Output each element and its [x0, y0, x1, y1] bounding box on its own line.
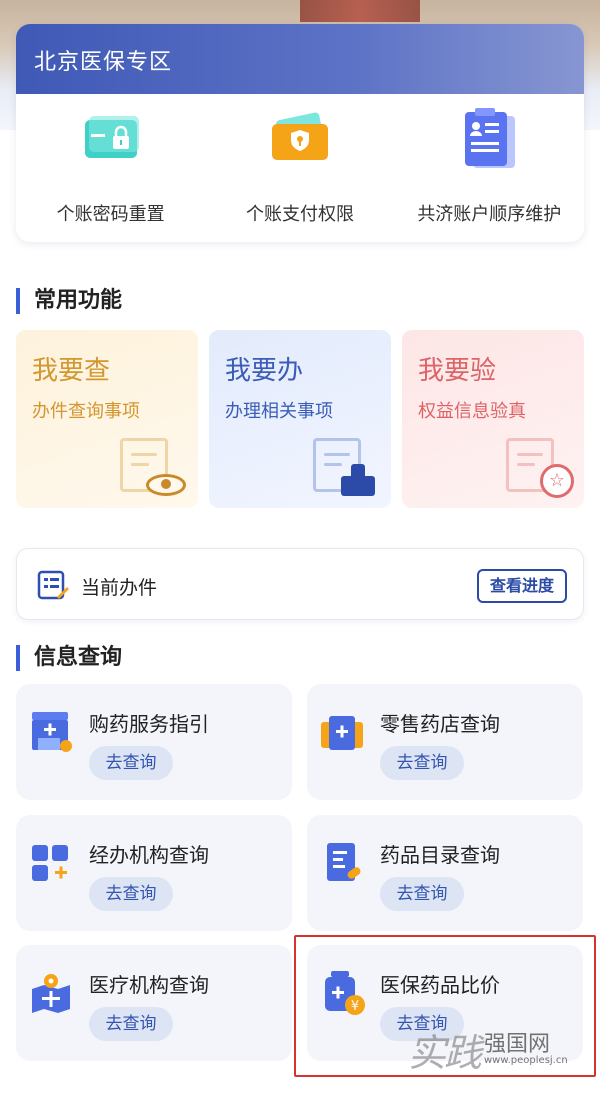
card-title: 我要办: [225, 356, 304, 386]
zone-item-label: 个账密码重置: [56, 204, 165, 225]
go-query-button[interactable]: 去查询: [380, 877, 464, 911]
grid-plus-icon: [28, 839, 74, 887]
zone-item-payment-permission[interactable]: 个账支付权限: [205, 108, 394, 226]
query-title: 零售药店查询: [380, 712, 500, 736]
drug-list-icon: [319, 839, 365, 887]
banner-building-image: [300, 0, 420, 22]
watermark-url: www.peoplesj.cn: [484, 1055, 568, 1066]
go-query-button[interactable]: 去查询: [89, 877, 173, 911]
watermark-site-name: 强国网: [484, 1032, 551, 1057]
go-query-button[interactable]: 去查询: [89, 1007, 173, 1041]
go-query-button[interactable]: 去查询: [380, 746, 464, 780]
star-icon: ☆: [540, 464, 574, 498]
card-pharmacy-guide[interactable]: 购药服务指引 去查询: [16, 684, 292, 800]
card-drug-catalog[interactable]: 药品目录查询 去查询: [307, 815, 583, 931]
zone-item-label: 个账支付权限: [245, 204, 354, 225]
stamp-icon: [341, 464, 375, 496]
clipboard-pen-icon: [37, 569, 69, 601]
payment-shield-icon: [268, 108, 332, 172]
zone-item-mutual-account-order[interactable]: 共济账户顺序维护: [395, 108, 584, 226]
query-title: 医疗机构查询: [89, 973, 209, 997]
watermark: 实践 强国网 www.peoplesj.cn: [408, 1022, 588, 1075]
query-title: 经办机构查询: [89, 843, 209, 867]
pharmacy-store-icon: [28, 708, 74, 756]
card-handle[interactable]: 我要办 办理相关事项: [209, 330, 391, 508]
card-title: 我要验: [418, 356, 497, 386]
beijing-insurance-zone: 北京医保专区 个账密码重置 个账支付权限 共济账户顺序维护: [16, 24, 584, 242]
card-subtitle: 权益信息验真: [418, 401, 526, 422]
query-title: 购药服务指引: [89, 712, 209, 736]
current-item-bar[interactable]: 当前办件 查看进度: [16, 548, 584, 620]
query-title: 药品目录查询: [380, 843, 500, 867]
card-title: 我要查: [32, 356, 111, 386]
account-document-icon: [457, 108, 521, 172]
zone-title: 北京医保专区: [16, 24, 584, 94]
zone-item-label: 共济账户顺序维护: [417, 204, 562, 225]
zone-item-password-reset[interactable]: 个账密码重置: [16, 108, 205, 226]
card-retail-pharmacy[interactable]: 零售药店查询 去查询: [307, 684, 583, 800]
go-query-button[interactable]: 去查询: [89, 746, 173, 780]
view-progress-button[interactable]: 查看进度: [477, 569, 567, 603]
current-item-label: 当前办件: [81, 577, 158, 599]
hospital-map-icon: [28, 969, 74, 1017]
watermark-logo-text: 实践: [408, 1031, 482, 1075]
common-functions: 我要查 办件查询事项 我要办 办理相关事项 我要验 权益信息验真 ☆: [16, 330, 584, 508]
info-query-title: 信息查询: [16, 645, 122, 671]
medical-box-icon: [319, 708, 365, 756]
card-medical-institution[interactable]: 医疗机构查询 去查询: [16, 945, 292, 1061]
card-agency-query[interactable]: 经办机构查询 去查询: [16, 815, 292, 931]
common-functions-title: 常用功能: [16, 288, 122, 314]
card-verify[interactable]: 我要验 权益信息验真 ☆: [402, 330, 584, 508]
password-card-icon: [79, 108, 143, 172]
card-query[interactable]: 我要查 办件查询事项: [16, 330, 198, 508]
card-subtitle: 办理相关事项: [225, 401, 333, 422]
eye-icon: [146, 474, 186, 496]
card-subtitle: 办件查询事项: [32, 401, 140, 422]
